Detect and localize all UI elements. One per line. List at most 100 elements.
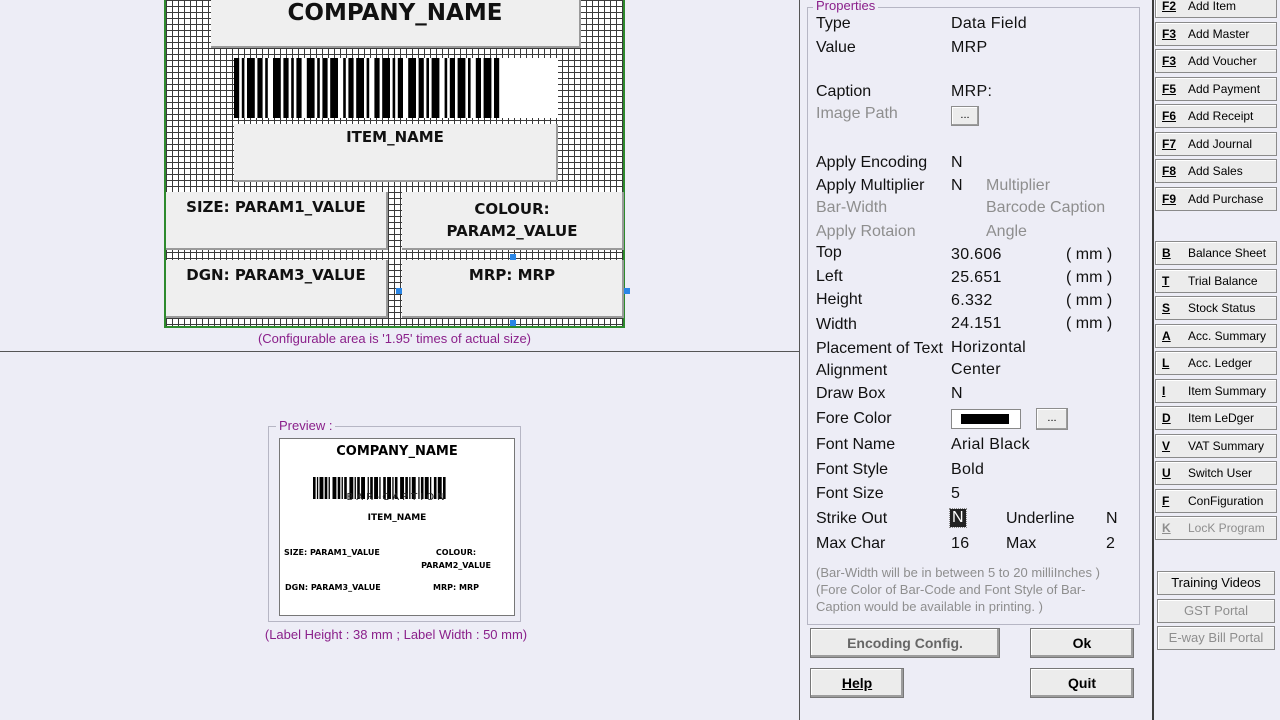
menu-item-add-master[interactable]: F3 Add Master [1155, 21, 1277, 46]
top-unit: ( mm ) [1066, 246, 1113, 263]
mrp-field-selected[interactable]: MRP: MRP [402, 260, 624, 318]
left-value[interactable]: 25.651 [951, 269, 1002, 287]
menu-item-label: Add Journal [1188, 136, 1253, 151]
barcode-bar-0 [234, 58, 240, 118]
menu-item-stock-status[interactable]: S Stock Status [1155, 296, 1277, 320]
fore-color-browse-button[interactable]: ... [1036, 408, 1068, 430]
top-value[interactable]: 30.606 [951, 246, 1002, 264]
left-label: Left [816, 268, 843, 285]
draw-box-label: Draw Box [816, 385, 886, 402]
barcode-bar-23 [426, 58, 429, 118]
menu-item-key: K [1162, 521, 1171, 535]
alignment-label: Alignment [816, 362, 888, 379]
menu-item-add-purchase[interactable]: F9 Add Purchase [1155, 186, 1277, 211]
width-label: Width [816, 316, 857, 333]
barcode-bar-22 [418, 58, 424, 118]
eway-bill-portal-button[interactable]: E-way Bill Portal [1157, 626, 1275, 650]
ok-button[interactable]: Ok [1030, 628, 1134, 658]
menu-item-acc-summary[interactable]: A Acc. Summary [1155, 323, 1277, 348]
menu-item-lock-program[interactable]: K LocK Program [1155, 516, 1277, 540]
caption-value[interactable]: MRP: [951, 83, 992, 101]
font-style-value[interactable]: Bold [951, 461, 984, 479]
note-line-2: (Fore Color of Bar-Code and Font Style o… [816, 582, 1086, 597]
menu-item-add-voucher[interactable]: F3 Add Voucher [1155, 49, 1277, 73]
help-button[interactable]: Help [810, 668, 904, 698]
company-name-field[interactable]: COMPANY_NAME [211, 0, 581, 48]
menu-item-balance-sheet[interactable]: B Balance Sheet [1155, 241, 1277, 265]
apply-encoding-value[interactable]: N [951, 154, 963, 172]
resize-handle-bottom[interactable] [510, 320, 516, 326]
value-value[interactable]: MRP [951, 39, 987, 57]
draw-box-value[interactable]: N [951, 385, 963, 403]
max-value[interactable]: 2 [1106, 535, 1115, 553]
barcode-bar-29 [475, 58, 481, 118]
apply-multiplier-label: Apply Multiplier [816, 177, 925, 194]
barcode-bar-19 [392, 58, 396, 118]
colour-param2-field[interactable]: COLOUR: PARAM2_VALUE [402, 192, 624, 250]
note-line-3: Caption would be available in printing. … [816, 599, 1043, 614]
menu-item-acc-ledger[interactable]: L Acc. Ledger [1155, 351, 1277, 375]
menu-item-trial-balance[interactable]: T Trial Balance [1155, 268, 1277, 293]
menu-item-key: F3 [1162, 26, 1177, 41]
barcode-field[interactable] [234, 58, 558, 118]
image-path-browse-button[interactable]: ... [951, 106, 979, 126]
size-param1-text: SIZE: PARAM1_VALUE [186, 198, 366, 216]
barcode-caption-label: Barcode Caption [986, 199, 1106, 216]
barcode-bar-24 [431, 58, 440, 118]
barcode-bar-15 [356, 58, 364, 118]
item-name-field[interactable]: ITEM_NAME [234, 124, 558, 182]
max-label: Max [1006, 535, 1037, 552]
menu-item-vat-summary[interactable]: V VAT Summary [1155, 433, 1277, 458]
barcode-bar-18 [382, 58, 390, 118]
alignment-value[interactable]: Center [951, 361, 1001, 379]
quit-button[interactable]: Quit [1030, 668, 1134, 698]
placement-of-text-value[interactable]: Horizontal [951, 339, 1026, 357]
fore-color-swatch-box[interactable] [951, 409, 1021, 429]
configurable-area-note: (Configurable area is '1.95' times of ac… [257, 331, 532, 346]
angle-label: Angle [986, 223, 1027, 240]
font-name-value[interactable]: Arial Black [951, 436, 1030, 454]
resize-handle-right[interactable] [624, 288, 630, 294]
barcode-bar-16 [366, 58, 370, 118]
size-param1-field[interactable]: SIZE: PARAM1_VALUE [166, 192, 388, 250]
menu-item-item-summary[interactable]: I Item Summary [1155, 378, 1277, 403]
dgn-param3-field[interactable]: DGN: PARAM3_VALUE [166, 260, 388, 318]
barcode-bar-27 [457, 58, 466, 118]
menu-item-switch-user[interactable]: U Switch User [1155, 461, 1277, 485]
max-char-value[interactable]: 16 [951, 535, 969, 553]
training-videos-button[interactable]: Training Videos [1157, 571, 1275, 595]
menu-separator [1152, 0, 1154, 720]
apply-multiplier-value[interactable]: N [951, 177, 963, 195]
menu-item-key: F9 [1162, 191, 1177, 206]
strike-out-value[interactable]: N [949, 508, 967, 528]
encoding-config-button[interactable]: Encoding Config. [810, 628, 1000, 658]
menu-item-item-ledger[interactable]: D Item LeDger [1155, 406, 1277, 430]
menu-item-configuration[interactable]: F ConFiguration [1155, 488, 1277, 513]
preview-size-param1: SIZE: PARAM1_VALUE [284, 548, 380, 557]
resize-handle-top[interactable] [510, 254, 516, 260]
type-value: Data Field [951, 15, 1027, 32]
menu-item-add-item[interactable]: F2 Add Item [1155, 0, 1277, 18]
underline-value[interactable]: N [1106, 510, 1118, 528]
properties-legend: Properties [813, 0, 879, 13]
menu-item-add-payment[interactable]: F5 Add Payment [1155, 76, 1277, 101]
width-value[interactable]: 24.151 [951, 315, 1002, 333]
gst-portal-button[interactable]: GST Portal [1157, 599, 1275, 623]
resize-handle-left[interactable] [396, 288, 402, 294]
preview-mrp: MRP: MRP [433, 583, 479, 592]
menu-item-label: Add Receipt [1188, 109, 1254, 123]
underline-label: Underline [1006, 510, 1075, 527]
horizontal-divider [0, 351, 800, 352]
height-value[interactable]: 6.332 [951, 292, 993, 310]
menu-item-add-receipt[interactable]: F6 Add Receipt [1155, 104, 1277, 128]
menu-item-add-sales[interactable]: F8 Add Sales [1155, 159, 1277, 183]
top-label: Top [816, 244, 842, 261]
barcode-bar-3 [257, 58, 263, 118]
font-size-value[interactable]: 5 [951, 485, 960, 503]
barcode-bar-31 [494, 58, 500, 118]
label-design-canvas[interactable]: COMPANY_NAME ITEM_NAME SIZE: PARAM1_VALU… [164, 0, 630, 328]
menu-item-key: F8 [1162, 164, 1177, 178]
apply-encoding-label: Apply Encoding [816, 154, 928, 171]
menu-item-label: Add Sales [1188, 164, 1243, 178]
menu-item-add-journal[interactable]: F7 Add Journal [1155, 131, 1277, 156]
